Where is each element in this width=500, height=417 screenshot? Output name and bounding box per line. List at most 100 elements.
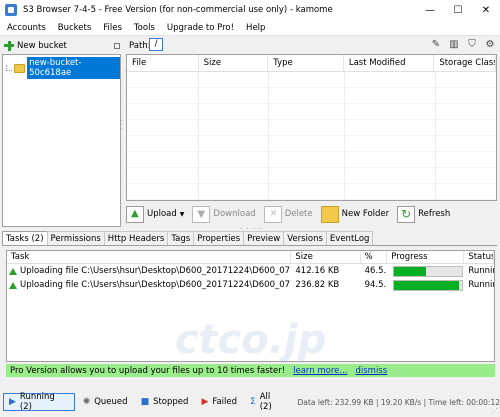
col-last-modified[interactable]: Last Modified — [344, 55, 435, 71]
progress-fill — [394, 280, 459, 290]
menu-files[interactable]: Files — [97, 23, 128, 33]
stopped-filter-button[interactable]: ■ Stopped — [136, 393, 194, 411]
new-folder-label: New Folder — [341, 209, 390, 219]
tab-eventlog[interactable]: EventLog — [325, 231, 374, 245]
grid-row — [127, 88, 496, 104]
window-title: S3 Browser 7-4-5 - Free Version (for non… — [23, 5, 333, 15]
upload-arrow-icon — [9, 267, 17, 275]
edit-icon[interactable]: ✎ — [430, 38, 442, 50]
tab-permissions[interactable]: Permissions — [46, 231, 105, 245]
table-row[interactable]: Uploading file C:\Users\hsur\Desktop\D60… — [7, 264, 494, 278]
minimize-button[interactable]: — — [416, 0, 444, 20]
menu-upgrade[interactable]: Upgrade to Pro! — [161, 23, 240, 33]
grid-row — [127, 168, 496, 184]
close-button[interactable]: ✕ — [472, 0, 500, 20]
all-label: All (2) — [259, 392, 272, 412]
file-list: File Size Type Last Modified Storage Cla… — [126, 54, 497, 201]
col-file[interactable]: File — [127, 55, 199, 71]
pin-icon[interactable] — [114, 43, 120, 49]
menu-buckets[interactable]: Buckets — [52, 23, 98, 33]
refresh-label: Refresh — [418, 209, 451, 219]
task-text: Uploading file C:\Users\hsur\Desktop\D60… — [20, 280, 292, 290]
app-icon — [5, 4, 17, 16]
col-status[interactable]: Status — [464, 251, 494, 263]
new-bucket-label: New bucket — [17, 40, 67, 51]
tab-http-headers[interactable]: Http Headers — [103, 231, 169, 245]
all-filter-button[interactable]: Σ All (2) — [245, 392, 290, 412]
sigma-icon: Σ — [250, 397, 256, 407]
new-folder-button[interactable]: New Folder — [320, 205, 390, 223]
failed-icon: ▶ — [201, 397, 209, 407]
refresh-button[interactable]: Refresh — [397, 205, 451, 223]
task-list: Task Size % Progress Status Uploading fi… — [6, 250, 495, 362]
download-label: Download — [213, 209, 256, 219]
bucket-tree: new-bucket-50c618ae — [2, 54, 121, 227]
path-label: Path: — [129, 41, 151, 51]
grid-row — [127, 152, 496, 168]
upload-button[interactable]: Upload ▼ — [126, 205, 185, 223]
tab-preview[interactable]: Preview — [243, 231, 285, 245]
col-task-size[interactable]: Size — [291, 251, 361, 263]
progress-fill — [394, 266, 426, 276]
menu-help[interactable]: Help — [240, 23, 271, 33]
bottom-tabs: Tasks (2) Permissions Http Headers Tags … — [2, 231, 497, 246]
running-label: Running (2) — [19, 392, 55, 412]
tab-tags[interactable]: Tags — [167, 231, 195, 245]
col-type[interactable]: Type — [268, 55, 344, 71]
columns-icon[interactable]: ▥ — [448, 38, 460, 50]
maximize-button[interactable]: ☐ — [444, 0, 472, 20]
task-percent: 94.5... — [364, 280, 388, 290]
dropdown-arrow-icon[interactable]: ▼ — [180, 211, 185, 218]
tree-item-bucket[interactable]: new-bucket-50c618ae — [6, 57, 120, 79]
file-actions: Upload ▼ Download Delete New Folder Refr… — [126, 203, 497, 225]
window-controls: — ☐ ✕ — [416, 0, 500, 20]
col-task[interactable]: Task — [7, 251, 292, 263]
col-storage-class[interactable]: Storage Class — [434, 55, 496, 71]
settings-icon[interactable]: ⚙ — [484, 38, 496, 50]
new-folder-icon — [320, 205, 339, 223]
transfer-info: Data left: 232.99 KB | 19.20 KB/s | Time… — [297, 397, 500, 407]
learn-more-link[interactable]: learn more... — [293, 366, 347, 376]
refresh-icon — [397, 205, 416, 223]
upload-icon — [126, 205, 144, 223]
title-bar: S3 Browser 7-4-5 - Free Version (for non… — [0, 0, 500, 20]
download-icon — [192, 205, 211, 223]
resize-grip-icon[interactable]: ⋰ — [491, 407, 498, 415]
delete-button[interactable]: Delete — [263, 205, 313, 223]
grid-row — [127, 120, 496, 136]
task-size: 412.16 KB — [295, 266, 340, 276]
spinner-icon: ✺ — [82, 397, 91, 407]
grid-row — [127, 72, 496, 88]
filter-icon[interactable]: ⛉ — [466, 38, 478, 50]
file-view-tools: ✎ ▥ ⛉ ⚙ — [430, 38, 496, 50]
path-input[interactable]: / — [149, 38, 163, 51]
failed-filter-button[interactable]: ▶ Failed — [196, 393, 242, 411]
progress-bar — [393, 265, 464, 277]
new-bucket-button[interactable]: New bucket — [4, 40, 67, 51]
task-cell: Uploading file C:\Users\hsur\Desktop\D60… — [7, 278, 291, 292]
dismiss-link[interactable]: dismiss — [355, 366, 387, 376]
grid-row — [127, 104, 496, 120]
col-size[interactable]: Size — [199, 55, 269, 71]
failed-label: Failed — [212, 397, 238, 407]
col-percent[interactable]: % — [361, 251, 388, 263]
tab-tasks[interactable]: Tasks (2) — [2, 231, 48, 245]
tab-properties[interactable]: Properties — [193, 231, 245, 245]
running-icon: ▶ — [9, 397, 16, 407]
task-percent: 46.5... — [364, 266, 388, 276]
menu-accounts[interactable]: Accounts — [0, 23, 52, 33]
vertical-splitter[interactable]: · · · — [121, 119, 125, 133]
task-size: 236.82 KB — [295, 280, 340, 290]
menu-tools[interactable]: Tools — [128, 23, 161, 33]
tab-versions[interactable]: Versions — [283, 231, 327, 245]
queued-filter-button[interactable]: ✺ Queued — [78, 393, 133, 411]
grid-row — [127, 184, 496, 200]
stopped-label: Stopped — [153, 397, 189, 407]
queued-label: Queued — [94, 397, 128, 407]
download-button[interactable]: Download — [192, 205, 256, 223]
col-progress[interactable]: Progress — [387, 251, 465, 263]
progress-bar — [393, 279, 464, 291]
delete-label: Delete — [284, 209, 313, 219]
table-row[interactable]: Uploading file C:\Users\hsur\Desktop\D60… — [7, 278, 494, 292]
running-filter-button[interactable]: ▶ Running (2) — [3, 392, 75, 412]
